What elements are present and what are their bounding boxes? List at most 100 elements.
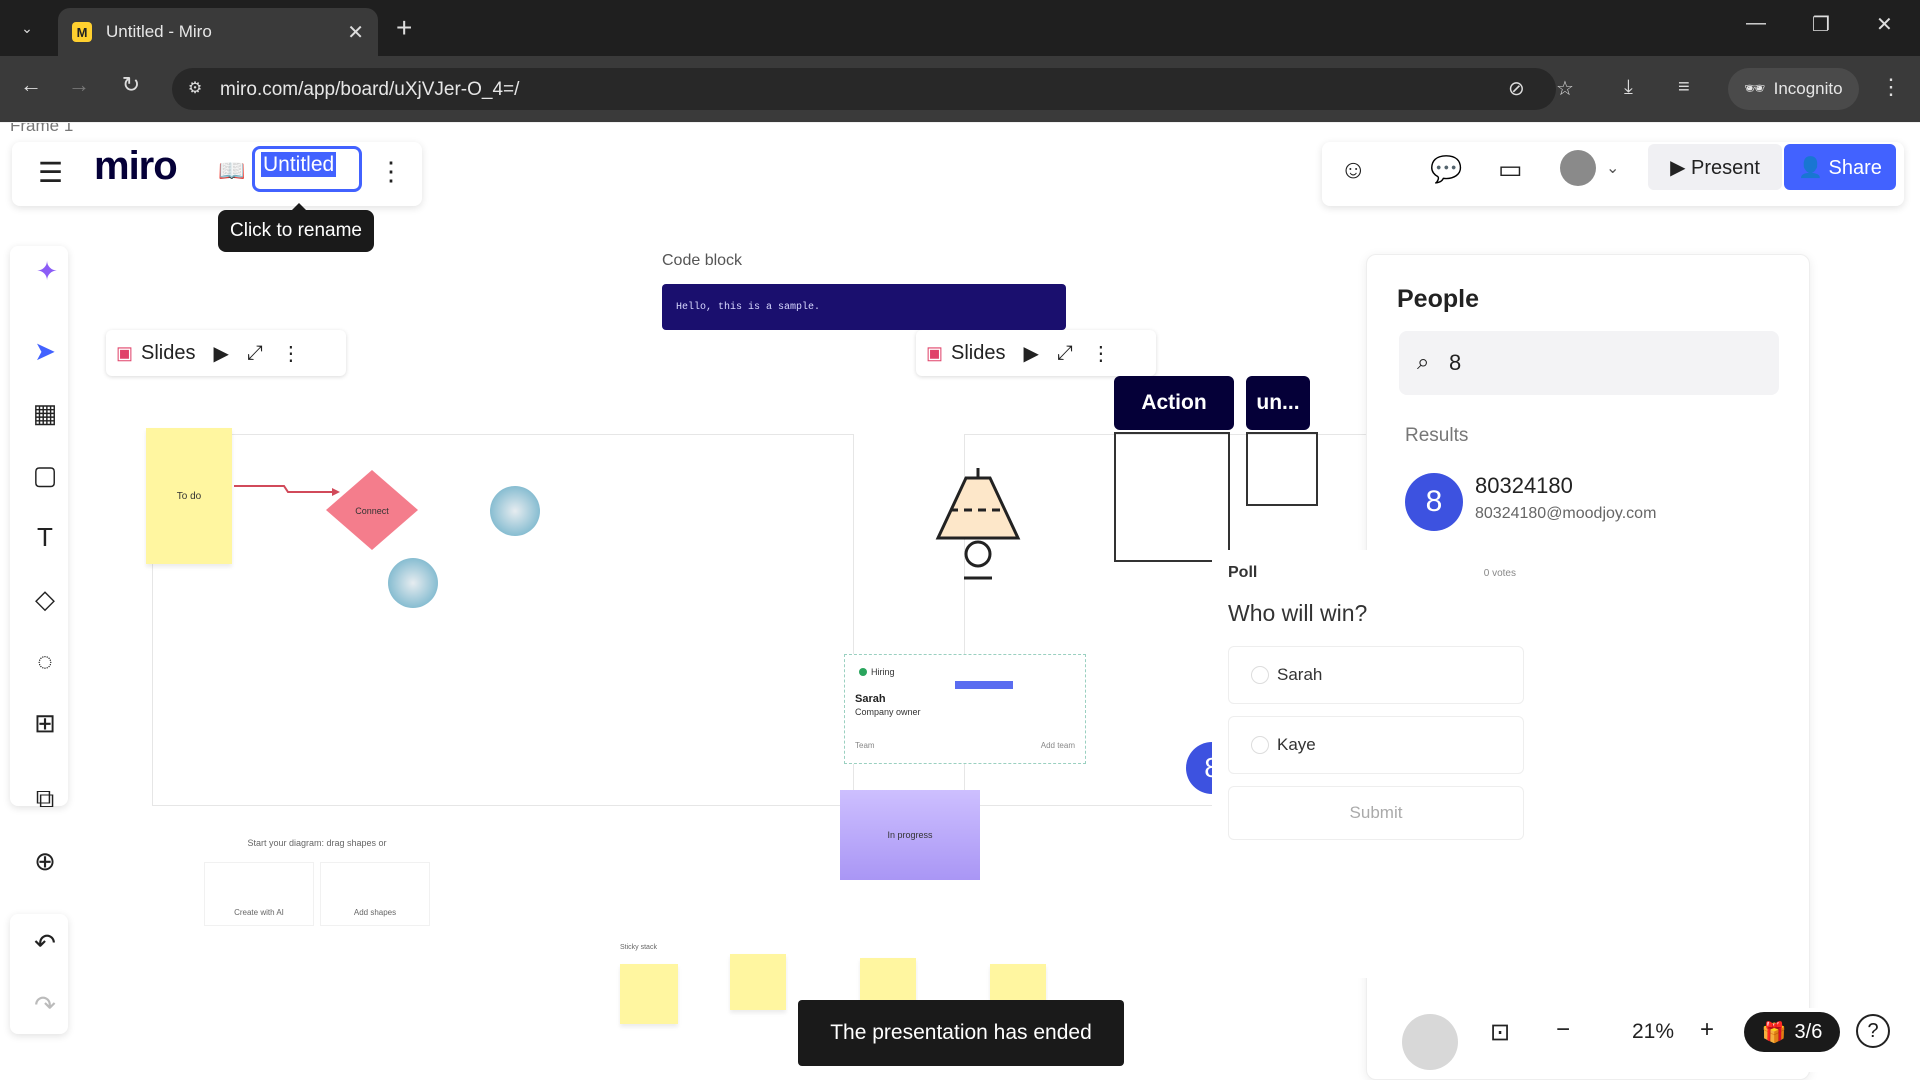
- reload-icon[interactable]: ↻: [114, 72, 148, 98]
- poll-option-kaye[interactable]: Kaye: [1228, 716, 1524, 774]
- slides-icon: ▣: [926, 342, 944, 363]
- hiring-role: Company owner: [855, 707, 921, 717]
- back-icon[interactable]: ←: [14, 72, 48, 98]
- diagram-hint: Start your diagram: drag shapes or: [247, 838, 387, 848]
- expand-icon[interactable]: ⤢: [1057, 342, 1073, 365]
- add-shapes-label: Add shapes: [353, 908, 397, 917]
- slides-icon: ▣: [116, 342, 134, 363]
- more-icon[interactable]: ⋮: [281, 341, 301, 366]
- zoom-level[interactable]: 21%: [1632, 1020, 1674, 1044]
- action-label-box[interactable]: Action: [1114, 376, 1234, 430]
- truncated-label-box[interactable]: un...: [1246, 376, 1310, 430]
- incognito-indicator[interactable]: 🕶 Incognito: [1728, 68, 1859, 110]
- play-icon[interactable]: ▶: [214, 341, 229, 366]
- expand-icon[interactable]: ⤢: [247, 342, 263, 365]
- rename-tooltip: Click to rename: [218, 203, 374, 252]
- media-icon[interactable]: ≡: [1678, 76, 1690, 99]
- sticky-note[interactable]: [730, 954, 786, 1010]
- board-title-input[interactable]: Untitled: [252, 146, 362, 192]
- hiring-card[interactable]: Hiring Sarah Company owner Team Add team: [844, 654, 1086, 764]
- miro-favicon-icon: M: [72, 22, 92, 42]
- redo-icon[interactable]: ↷: [26, 986, 64, 1024]
- forward-icon[interactable]: →: [62, 72, 96, 98]
- reactions-icon[interactable]: ☺: [1340, 154, 1367, 185]
- poll-option-label: Kaye: [1277, 735, 1316, 754]
- code-block[interactable]: Hello, this is a sample.: [662, 284, 1066, 330]
- new-tab-icon[interactable]: +: [396, 12, 412, 44]
- window-close-icon[interactable]: ✕: [1876, 12, 1893, 37]
- ai-sparkle-icon[interactable]: ✦: [28, 252, 66, 290]
- sticky-note[interactable]: [860, 958, 916, 1002]
- present-label: Present: [1691, 156, 1760, 179]
- restore-icon[interactable]: ❐: [1812, 12, 1830, 37]
- main-menu-icon[interactable]: ☰: [38, 156, 63, 189]
- result-avatar[interactable]: 8: [1405, 473, 1463, 531]
- incognito-label: Incognito: [1773, 79, 1843, 98]
- more-icon[interactable]: ⋮: [1091, 341, 1111, 366]
- poll-question: Who will win?: [1228, 600, 1368, 626]
- result-name[interactable]: 80324180: [1475, 473, 1573, 499]
- download-icon[interactable]: ⤓: [1624, 76, 1633, 99]
- zoom-out-icon[interactable]: −: [1556, 1016, 1570, 1044]
- sticky-note[interactable]: [990, 964, 1046, 1000]
- chevron-down-icon[interactable]: ⌄: [1606, 158, 1619, 178]
- sticky-note-icon[interactable]: ▢: [26, 456, 64, 494]
- people-search[interactable]: ⌕: [1399, 331, 1779, 395]
- minimize-icon[interactable]: —: [1746, 12, 1766, 35]
- comments-icon[interactable]: 💬: [1430, 154, 1462, 185]
- poll-option-label: Sarah: [1277, 665, 1323, 684]
- undo-icon[interactable]: ↶: [26, 924, 64, 962]
- shapes-icon[interactable]: ◇: [26, 580, 64, 618]
- poll-widget[interactable]: Poll 0 votes Who will win? Sarah Kaye Su…: [1212, 550, 1532, 978]
- board-book-icon[interactable]: 📖: [218, 158, 245, 184]
- play-icon[interactable]: ▶: [1024, 341, 1039, 366]
- sticky-note-text: To do: [176, 490, 202, 502]
- zoom-in-icon[interactable]: +: [1700, 1016, 1714, 1044]
- poll-submit-button[interactable]: Submit: [1228, 786, 1524, 840]
- slides-label[interactable]: Slides: [141, 342, 195, 365]
- poll-option-sarah[interactable]: Sarah: [1228, 646, 1524, 704]
- presentation-ended-toast: The presentation has ended: [798, 1000, 1124, 1066]
- help-icon[interactable]: ?: [1856, 1014, 1890, 1048]
- fit-to-screen-icon[interactable]: ⊡: [1490, 1018, 1510, 1047]
- browser-menu-icon[interactable]: ⋮: [1880, 74, 1902, 100]
- incognito-icon: 🕶: [1744, 79, 1766, 98]
- avatar-sticker[interactable]: [490, 486, 540, 536]
- hiring-add-team[interactable]: Add team: [1041, 741, 1075, 750]
- apps-icon[interactable]: ⧉: [26, 780, 64, 818]
- pages-button[interactable]: 🎁 3/6: [1744, 1012, 1840, 1052]
- frame-icon[interactable]: ⊞: [26, 704, 64, 742]
- share-button[interactable]: 👤 Share: [1784, 144, 1896, 190]
- miro-logo[interactable]: miro: [94, 144, 178, 189]
- video-call-icon[interactable]: ▭: [1498, 154, 1523, 185]
- people-search-input[interactable]: [1449, 343, 1749, 383]
- templates-icon[interactable]: ▦: [26, 394, 64, 432]
- sticky-note-todo[interactable]: To do: [146, 428, 232, 564]
- slides-label[interactable]: Slides: [951, 342, 1005, 365]
- hiring-status: Hiring: [859, 667, 895, 677]
- create-with-ai-button[interactable]: Create with AI: [204, 862, 314, 926]
- board-options-icon[interactable]: ⋮: [378, 156, 404, 187]
- hiring-team: Team: [855, 741, 875, 750]
- tab-close-icon[interactable]: ✕: [347, 20, 364, 45]
- text-icon[interactable]: T: [26, 518, 64, 556]
- select-cursor-icon[interactable]: ➤: [26, 332, 64, 370]
- tab-list-chevron-icon[interactable]: ⌄: [8, 10, 46, 46]
- sticky-note[interactable]: [620, 964, 678, 1024]
- add-more-icon[interactable]: ⊕: [26, 842, 64, 880]
- action-rect[interactable]: [1114, 432, 1230, 562]
- lamp-icon[interactable]: [928, 458, 1028, 588]
- bookmark-star-icon[interactable]: ☆: [1556, 76, 1574, 101]
- lasso-icon[interactable]: ◌: [26, 642, 64, 680]
- url-text[interactable]: miro.com/app/board/uXjVJer-O_4=/: [220, 79, 519, 101]
- eye-off-icon[interactable]: ⊘: [1508, 76, 1525, 101]
- in-progress-card[interactable]: In progress: [840, 790, 980, 880]
- present-button[interactable]: ▶ Present: [1648, 144, 1782, 190]
- add-shapes-button[interactable]: Add shapes: [320, 862, 430, 926]
- un-rect[interactable]: [1246, 432, 1318, 506]
- user-avatar[interactable]: [1402, 1014, 1458, 1070]
- browser-tab[interactable]: M Untitled - Miro ✕: [58, 8, 378, 56]
- avatar-sticker[interactable]: [388, 558, 438, 608]
- site-settings-icon[interactable]: ⚙: [182, 76, 208, 102]
- current-user-avatar[interactable]: [1560, 150, 1596, 186]
